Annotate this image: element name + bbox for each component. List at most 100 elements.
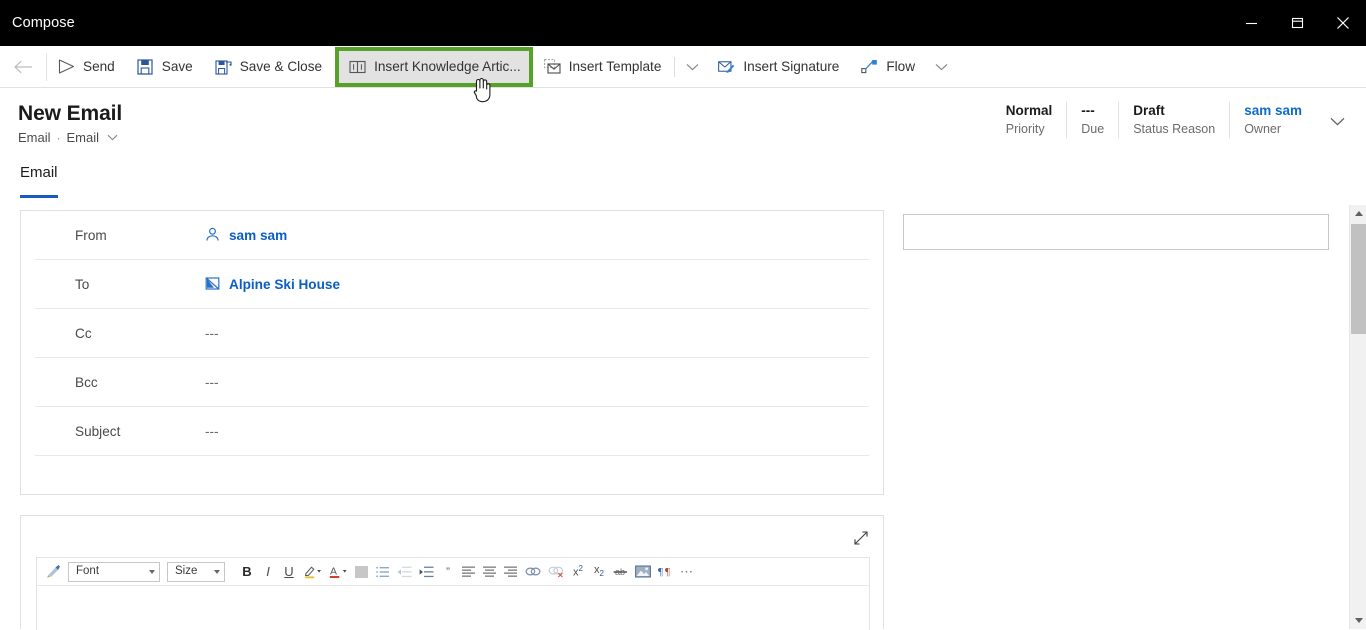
person-icon [205,227,221,243]
cc-field[interactable]: --- [205,326,219,341]
window-controls [1228,0,1366,46]
format-painter-icon[interactable] [43,561,64,583]
book-icon [349,58,366,75]
subject-field[interactable]: --- [205,424,219,439]
insert-template-button-label: Insert Template [569,60,662,74]
insert-signature-button-label: Insert Signature [743,60,839,74]
email-body-card: Font Size B I U A [20,515,884,629]
scroll-up-arrow[interactable] [1350,205,1366,222]
tab-strip: Email [0,164,1366,200]
scrollbar-thumb[interactable] [1351,224,1366,334]
header-metadata: Normal Priority --- Due Draft Status Rea… [992,102,1352,140]
header-expand-chevron-down-icon[interactable] [1322,102,1352,140]
bulleted-list-icon[interactable] [352,561,372,583]
subscript-icon[interactable]: x2 [589,561,609,583]
vertical-scrollbar[interactable] [1349,205,1366,629]
right-panel-input[interactable] [903,214,1329,250]
email-body-input[interactable] [37,586,869,630]
from-field[interactable]: sam sam [205,227,287,243]
window-title-bar: Compose [0,0,1366,46]
scroll-down-arrow[interactable] [1350,612,1366,629]
save-button[interactable]: Save [126,46,204,87]
minimize-icon[interactable] [1228,0,1274,46]
svg-text:¶: ¶ [658,566,663,578]
font-color-icon[interactable]: A [326,561,351,583]
blockquote-icon[interactable]: ” [438,561,458,583]
svg-text:A: A [330,566,337,578]
superscript-icon[interactable]: x2 [568,561,588,583]
tab-email[interactable]: Email [20,164,58,190]
tab-active-indicator [20,195,58,198]
to-field[interactable]: Alpine Ski House [205,276,340,292]
flow-chevron-down-icon[interactable] [926,46,956,87]
insert-signature-button[interactable]: Insert Signature [707,46,850,87]
italic-icon[interactable]: I [258,561,278,583]
restore-icon[interactable] [1274,0,1320,46]
header-field-status-reason[interactable]: Draft Status Reason [1118,102,1229,138]
form-selector-chevron-down-icon[interactable] [107,134,118,141]
send-button-label: Send [83,60,115,74]
flow-button[interactable]: Flow [850,46,926,87]
from-value: sam sam [229,228,287,243]
save-and-close-button[interactable]: Save & Close [204,46,333,87]
subject-label: Subject [35,424,205,439]
strikethrough-icon[interactable]: ab [610,561,631,583]
align-left-icon[interactable] [459,561,479,583]
bold-icon[interactable]: B [237,561,257,583]
chevron-down-icon [149,570,155,574]
email-fields-card: From sam sam To Alpine Ski House [20,210,884,495]
header-field-priority[interactable]: Normal Priority [992,102,1067,138]
highlight-color-icon[interactable] [300,561,325,583]
status-reason-label: Status Reason [1133,120,1215,138]
numbered-list-icon[interactable] [373,561,393,583]
insert-template-chevron-down-icon[interactable] [677,46,707,87]
bcc-label: Bcc [35,375,205,390]
save-icon [137,58,154,75]
send-icon [58,58,75,75]
remove-link-icon[interactable] [545,561,567,583]
increase-indent-icon[interactable] [416,561,437,583]
align-right-icon[interactable] [501,561,521,583]
command-bar: Send Save Save & Close [0,46,1366,88]
close-icon[interactable] [1320,0,1366,46]
to-label: To [35,277,205,292]
header-field-due[interactable]: --- Due [1066,102,1118,138]
align-center-icon[interactable] [480,561,500,583]
status-reason-value: Draft [1133,102,1165,120]
font-size-select[interactable]: Size [167,562,225,582]
owner-value[interactable]: sam sam [1244,102,1302,120]
insert-image-icon[interactable] [632,561,654,583]
insert-template-button[interactable]: Insert Template [533,46,673,87]
insert-link-icon[interactable] [522,561,544,583]
breadcrumb: Email · Email [18,130,118,145]
expand-diagonal-icon[interactable] [851,528,871,548]
header-field-owner[interactable]: sam sam Owner [1229,102,1316,138]
chevron-down-icon [214,570,220,574]
save-button-label: Save [162,60,193,74]
underline-icon[interactable]: U [279,561,299,583]
page-title: New Email [18,102,122,126]
send-button[interactable]: Send [47,46,126,87]
window-title: Compose [12,15,75,31]
signature-icon [718,58,735,75]
more-commands-icon[interactable]: ⋯ [677,561,697,583]
breadcrumb-entity: Email [18,130,51,145]
font-size-value: Size [175,566,197,578]
insert-knowledge-article-button-label: Insert Knowledge Artic... [374,60,521,74]
font-family-select[interactable]: Font [68,562,160,582]
bcc-field[interactable]: --- [205,375,219,390]
form-row-subject: Subject --- [35,407,869,456]
insert-knowledge-article-button[interactable]: Insert Knowledge Artic... [335,47,533,87]
template-icon [544,58,561,75]
back-arrow-icon[interactable] [0,46,46,87]
form-selector-label[interactable]: Email [67,130,100,145]
text-direction-icon[interactable]: ¶ ¶ [655,561,676,583]
due-value: --- [1081,102,1095,120]
to-value: Alpine Ski House [229,277,340,292]
decrease-indent-icon[interactable] [394,561,415,583]
owner-label: Owner [1244,120,1281,138]
save-and-close-icon [215,58,232,75]
rich-text-toolbar: Font Size B I U A [37,558,869,586]
svg-text:¶: ¶ [665,566,670,578]
form-row-bcc: Bcc --- [35,358,869,407]
